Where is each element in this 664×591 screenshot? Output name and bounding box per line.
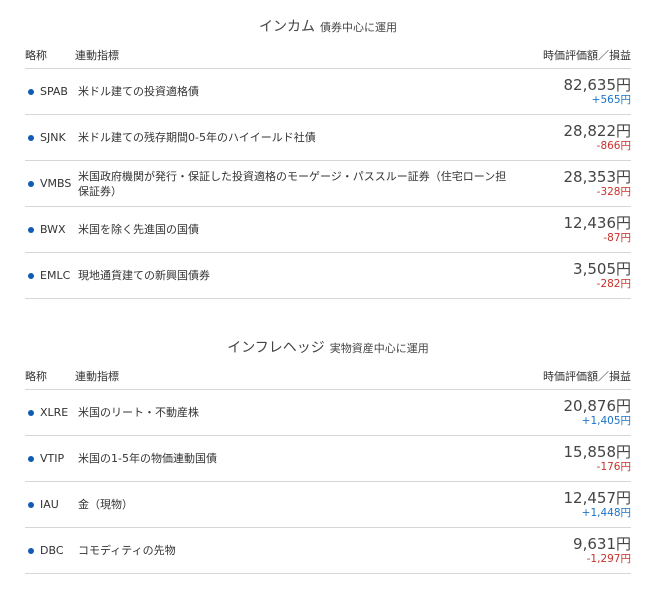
table-row[interactable]: XLRE 米国のリート・不動産株 20,876円 +1,405円	[25, 390, 631, 436]
inflation-hedge-section: インフレヘッジ 実物資産中心に運用 略称 連動指標 時価評価額／損益 XLRE 米国…	[25, 321, 631, 574]
profit-loss: -176円	[596, 461, 631, 473]
value-cell: 20,876円 +1,405円	[521, 397, 632, 428]
header-value: 時価評価額／損益	[543, 49, 631, 62]
table-header: 略称 連動指標 時価評価額／損益	[25, 42, 631, 69]
header-ticker: 略称	[25, 49, 47, 62]
market-value: 12,457円	[563, 489, 632, 507]
income-section-title: インカム 債券中心に運用	[25, 0, 631, 42]
index-name: 金（現物）	[78, 498, 133, 511]
profit-loss: -1,297円	[586, 553, 631, 565]
market-value: 9,631円	[573, 535, 631, 553]
bullet-dot-icon	[28, 272, 34, 279]
market-value: 3,505円	[573, 260, 631, 278]
bullet-dot-icon	[28, 88, 34, 95]
value-cell: 28,353円 -328円	[521, 168, 632, 199]
market-value: 28,822円	[563, 122, 632, 140]
header-index: 連動指標	[75, 49, 119, 62]
index-name: 米国の1-5年の物価連動国債	[78, 452, 217, 465]
bullet-dot-icon	[28, 134, 34, 141]
value-cell: 12,436円 -87円	[521, 214, 632, 245]
index-name: 米ドル建ての投資適格債	[78, 85, 199, 98]
ticker: VTIP	[40, 452, 65, 465]
profit-loss: -87円	[603, 232, 631, 244]
bullet-dot-icon	[28, 226, 34, 233]
value-cell: 3,505円 -282円	[521, 260, 631, 291]
ticker: SJNK	[40, 131, 66, 144]
ticker: BWX	[40, 223, 66, 236]
market-value: 20,876円	[563, 397, 632, 415]
market-value: 12,436円	[563, 214, 632, 232]
value-cell: 15,858円 -176円	[521, 443, 632, 474]
index-name: 米ドル建ての残存期間0-5年のハイイールド社債	[78, 131, 316, 144]
value-cell: 28,822円 -866円	[521, 122, 632, 153]
section-title: インカム	[259, 19, 315, 35]
market-value: 82,635円	[563, 76, 632, 94]
index-name: 現地通貨建ての新興国債券	[78, 269, 210, 282]
profit-loss: -282円	[596, 278, 631, 290]
table-row[interactable]: VMBS 米国政府機関が発行・保証した投資適格のモーゲージ・パススルー証券（住宅ロ…	[25, 161, 631, 207]
table-row[interactable]: SPAB 米ドル建ての投資適格債 82,635円 +565円	[25, 69, 631, 115]
table-header: 略称 連動指標 時価評価額／損益	[25, 363, 631, 390]
profit-loss: +1,405円	[581, 415, 631, 427]
index-name: 米国政府機関が発行・保証した投資適格のモーゲージ・パススルー証券（住宅ローン担保…	[78, 169, 507, 198]
profit-loss: +565円	[591, 94, 631, 106]
table-row[interactable]: VTIP 米国の1-5年の物価連動国債 15,858円 -176円	[25, 436, 631, 482]
bullet-dot-icon	[28, 180, 34, 187]
market-value: 28,353円	[563, 168, 632, 186]
value-cell: 9,631円 -1,297円	[521, 535, 631, 566]
ticker: DBC	[40, 544, 64, 557]
bullet-dot-icon	[28, 547, 34, 554]
table-row[interactable]: IAU 金（現物） 12,457円 +1,448円	[25, 482, 631, 528]
table-row[interactable]: EMLC 現地通貨建ての新興国債券 3,505円 -282円	[25, 253, 631, 299]
index-name: 米国を除く先進国の国債	[78, 223, 199, 236]
value-cell: 12,457円 +1,448円	[521, 489, 632, 520]
bullet-dot-icon	[28, 501, 34, 508]
ticker: SPAB	[40, 85, 68, 98]
ticker: IAU	[40, 498, 59, 511]
header-value: 時価評価額／損益	[543, 370, 631, 383]
inflation-section-title: インフレヘッジ 実物資産中心に運用	[25, 321, 631, 363]
bullet-dot-icon	[28, 409, 34, 416]
section-title: インフレヘッジ	[227, 340, 325, 356]
profit-loss: -866円	[596, 140, 631, 152]
table-row[interactable]: SJNK 米ドル建ての残存期間0-5年のハイイールド社債 28,822円 -866円	[25, 115, 631, 161]
table-row[interactable]: DBC コモディティの先物 9,631円 -1,297円	[25, 528, 631, 574]
value-cell: 82,635円 +565円	[521, 76, 632, 107]
table-row[interactable]: BWX 米国を除く先進国の国債 12,436円 -87円	[25, 207, 631, 253]
ticker: EMLC	[40, 269, 71, 282]
section-subtitle: 実物資産中心に運用	[329, 342, 429, 355]
profit-loss: -328円	[596, 186, 631, 198]
profit-loss: +1,448円	[581, 507, 631, 519]
header-index: 連動指標	[75, 370, 119, 383]
index-name: 米国のリート・不動産株	[78, 406, 199, 419]
ticker: VMBS	[40, 177, 72, 190]
ticker: XLRE	[40, 406, 69, 419]
section-subtitle: 債券中心に運用	[320, 21, 397, 34]
income-section: インカム 債券中心に運用 略称 連動指標 時価評価額／損益 SPAB 米ドル建ての投…	[25, 0, 631, 299]
header-ticker: 略称	[25, 370, 47, 383]
index-name: コモディティの先物	[78, 544, 176, 557]
bullet-dot-icon	[28, 455, 34, 462]
market-value: 15,858円	[563, 443, 632, 461]
